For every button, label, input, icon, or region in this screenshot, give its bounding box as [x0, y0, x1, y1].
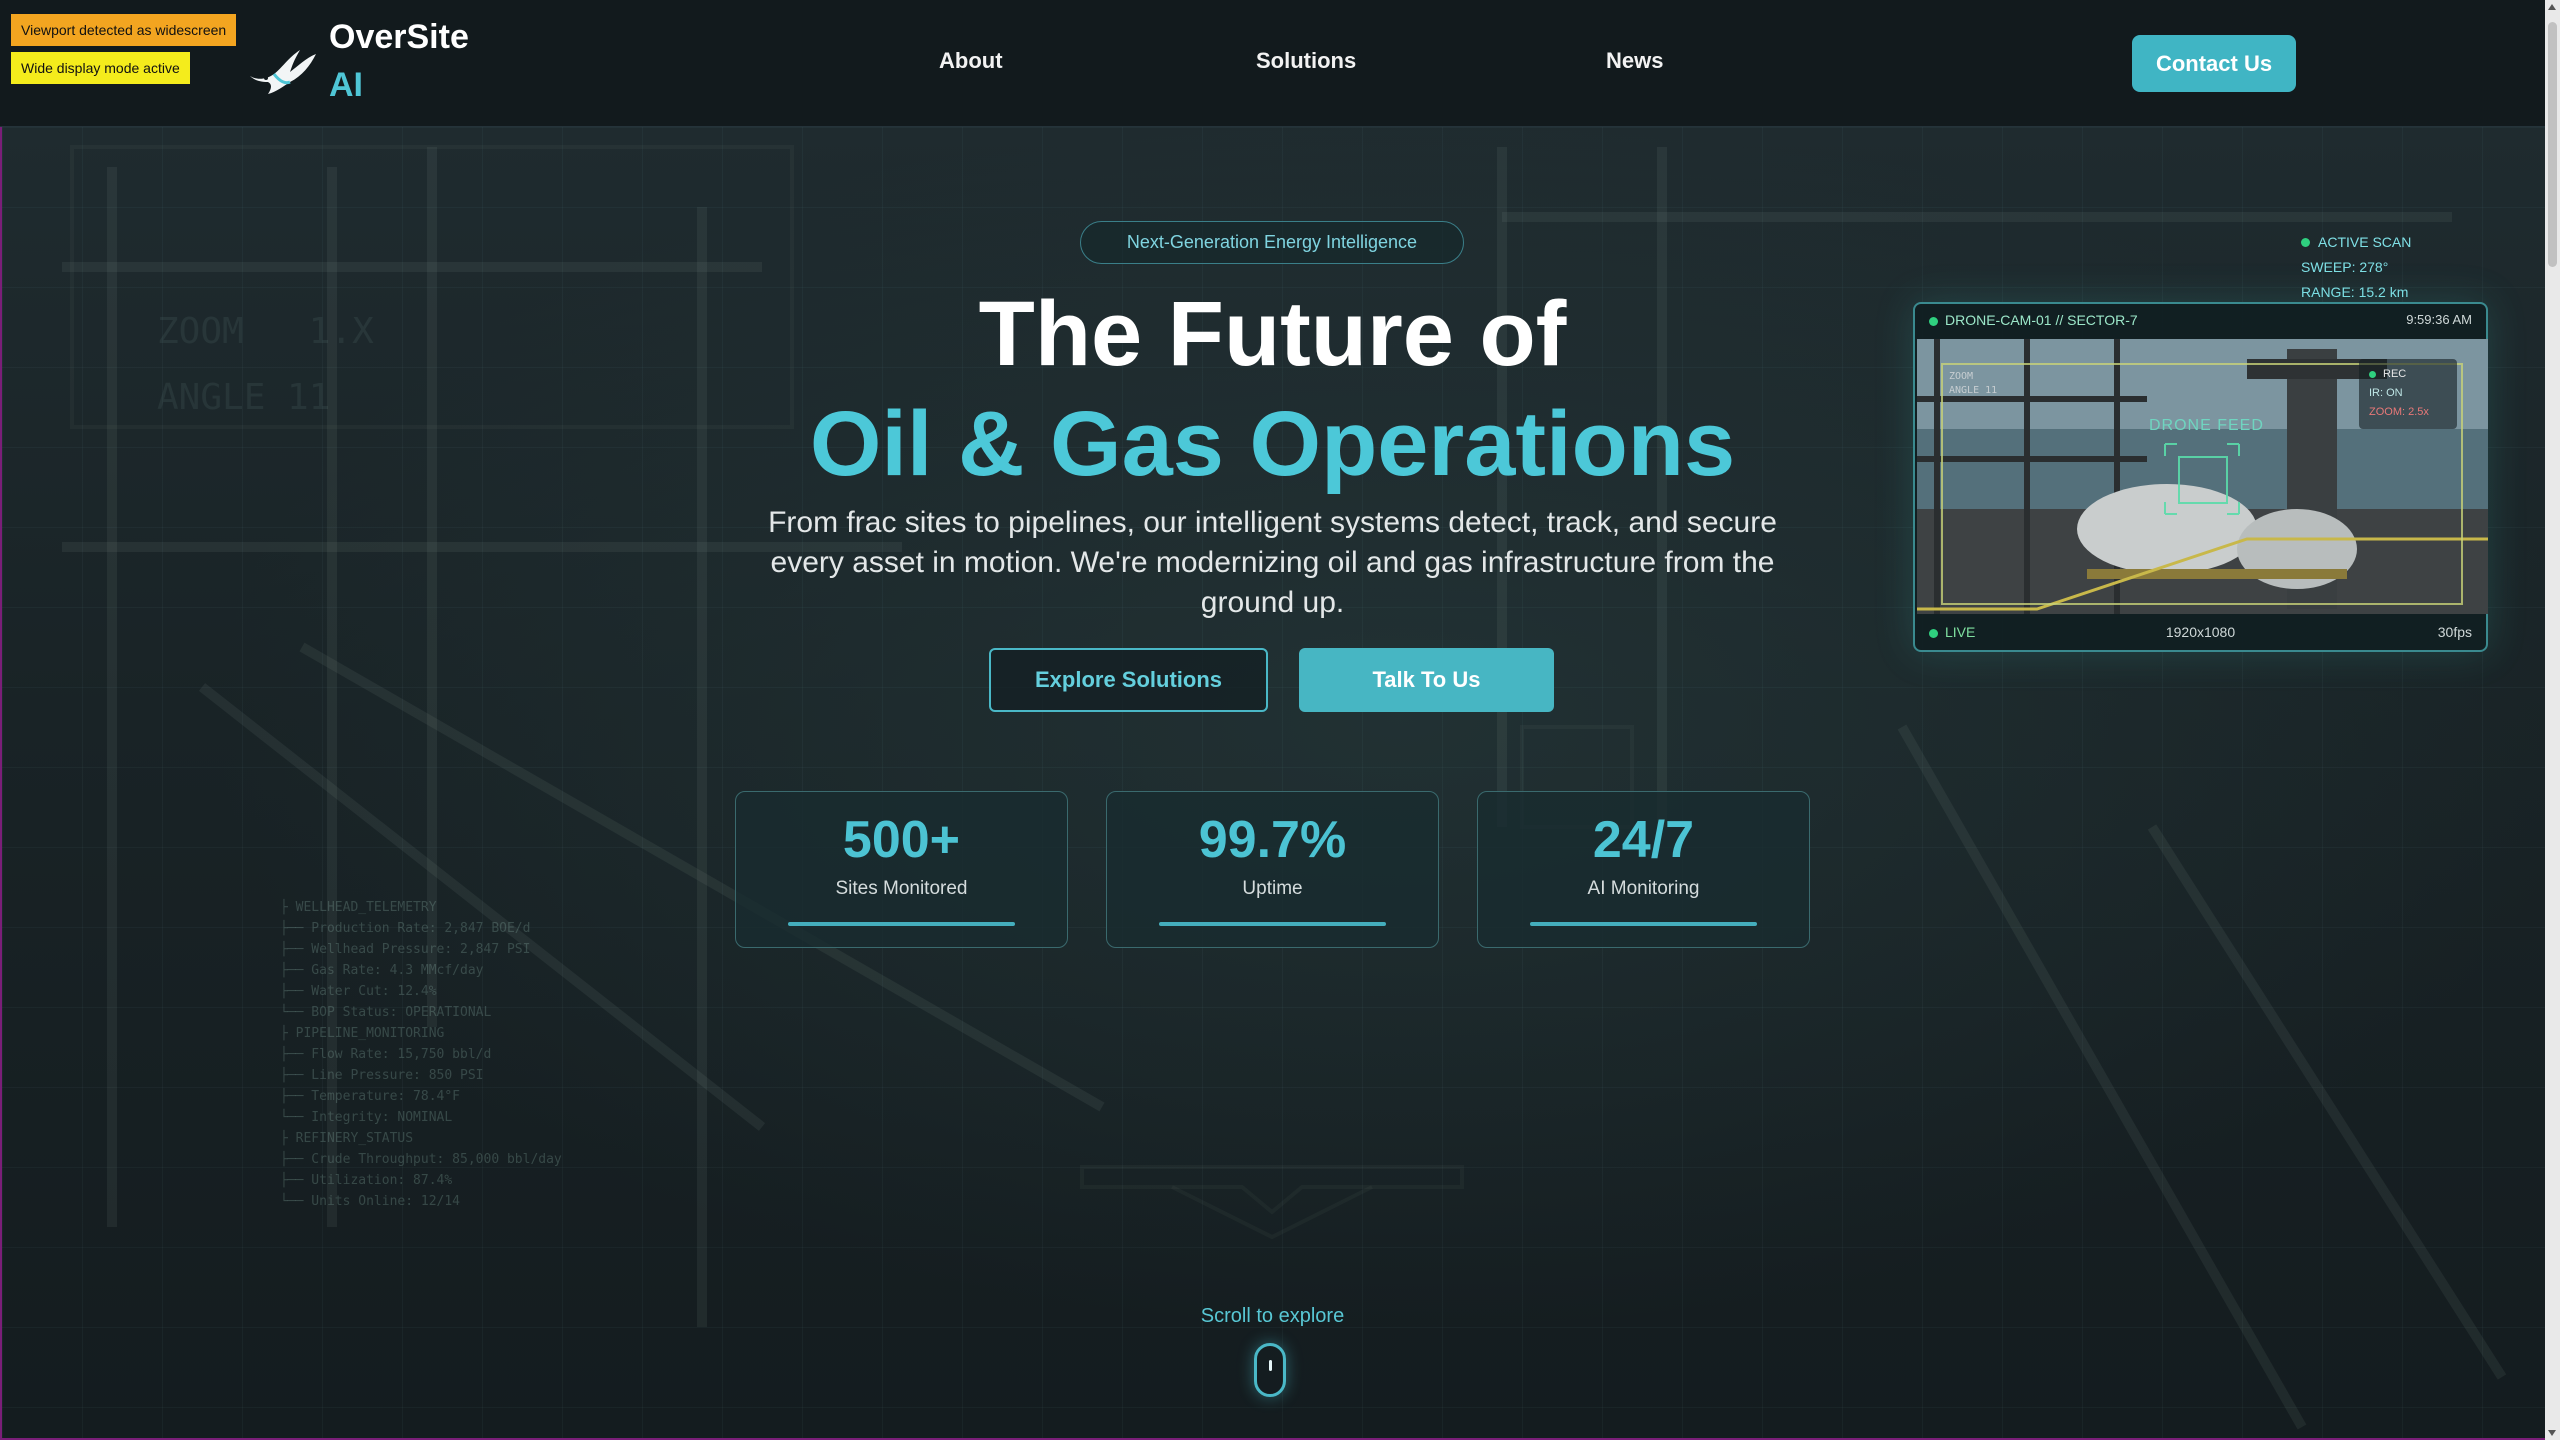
- stat-label: Sites Monitored: [835, 878, 968, 899]
- drone-feed-label: DRONE FEED: [2149, 417, 2264, 434]
- hero-subtitle: From frac sites to pipelines, our intell…: [768, 506, 1777, 619]
- stat-underline: [1530, 922, 1757, 926]
- hero-tagline-badge: Next-Generation Energy Intelligence: [1080, 221, 1464, 264]
- nav-solutions[interactable]: Solutions: [1256, 48, 1356, 74]
- explore-solutions-button[interactable]: Explore Solutions: [989, 648, 1268, 712]
- stat-underline: [1159, 922, 1386, 926]
- scan-sweep: SWEEP: 278°: [2301, 259, 2389, 275]
- contact-us-button[interactable]: Contact Us: [2132, 35, 2296, 92]
- recording-overlay: REC IR: ON ZOOM: 2.5x: [2359, 359, 2457, 429]
- camera-title-text: DRONE-CAM-01 // SECTOR-7: [1945, 312, 2138, 328]
- scroll-mouse-icon[interactable]: [1254, 1343, 1286, 1397]
- scroll-hint[interactable]: Scroll to explore: [0, 1305, 2545, 1328]
- rec-label: REC: [2383, 368, 2407, 380]
- talk-to-us-button[interactable]: Talk To Us: [1299, 648, 1554, 712]
- stat-label: AI Monitoring: [1587, 878, 1700, 899]
- hummingbird-icon[interactable]: [246, 36, 318, 98]
- camera-title: DRONE-CAM-01 // SECTOR-7: [1929, 312, 2138, 328]
- stat-card-sites: 500+ Sites Monitored: [735, 791, 1068, 948]
- camera-status-dot-icon: [1929, 316, 1938, 326]
- nav-about[interactable]: About: [939, 48, 1003, 74]
- camera-time: 9:59:36 AM: [2406, 312, 2472, 327]
- ir-status: IR: ON: [2369, 387, 2403, 399]
- scrollbar-thumb[interactable]: [2548, 22, 2557, 267]
- camera-fps: 30fps: [2437, 624, 2472, 640]
- drone-feed-image: ZOOM ANGLE 11 DRONE FEED REC IR: ON ZOOM…: [1917, 339, 2488, 614]
- scan-status: ACTIVE SCAN: [2318, 234, 2412, 250]
- brand-name-suffix[interactable]: AI: [329, 66, 363, 105]
- drone-camera-panel[interactable]: DRONE-CAM-01 // SECTOR-7 9:59:36 AM ZOOM…: [1913, 302, 2488, 652]
- stat-label: Uptime: [1242, 878, 1303, 899]
- rec-dot-icon: [2369, 370, 2376, 378]
- brand-name[interactable]: OverSite: [329, 18, 469, 57]
- scan-status-dot-icon: [2301, 238, 2310, 247]
- mouse-wheel-icon: [1269, 1360, 1272, 1371]
- page-scrollbar[interactable]: [2545, 0, 2560, 1440]
- stat-card-monitoring: 24/7 AI Monitoring: [1477, 791, 1810, 948]
- svg-text:ANGLE 11: ANGLE 11: [1949, 385, 1997, 396]
- stat-underline: [788, 922, 1015, 926]
- svg-text:ZOOM: ZOOM: [1949, 371, 1973, 382]
- active-scan-readout: ACTIVE SCAN SWEEP: 278° RANGE: 15.2 km: [2301, 230, 2411, 305]
- scroll-down-arrow-icon[interactable]: [2548, 1430, 2556, 1436]
- top-navigation-bar: Viewport detected as widescreen Wide dis…: [0, 0, 2545, 127]
- display-mode-debug-badge: Wide display mode active: [11, 52, 190, 84]
- stat-value: 99.7%: [1198, 811, 1347, 869]
- scroll-up-arrow-icon[interactable]: [2548, 4, 2556, 10]
- zoom-level: ZOOM: 2.5x: [2369, 406, 2429, 418]
- camera-resolution: 1920x1080: [2165, 624, 2236, 640]
- stat-value: 500+: [842, 811, 961, 869]
- stat-value: 24/7: [1592, 811, 1695, 869]
- background-telemetry: ├ WELLHEAD_TELEMETRY ├── Production Rate…: [280, 900, 562, 1209]
- viewport-debug-badge: Viewport detected as widescreen: [11, 14, 237, 46]
- nav-news[interactable]: News: [1606, 48, 1663, 74]
- stat-card-uptime: 99.7% Uptime: [1106, 791, 1439, 948]
